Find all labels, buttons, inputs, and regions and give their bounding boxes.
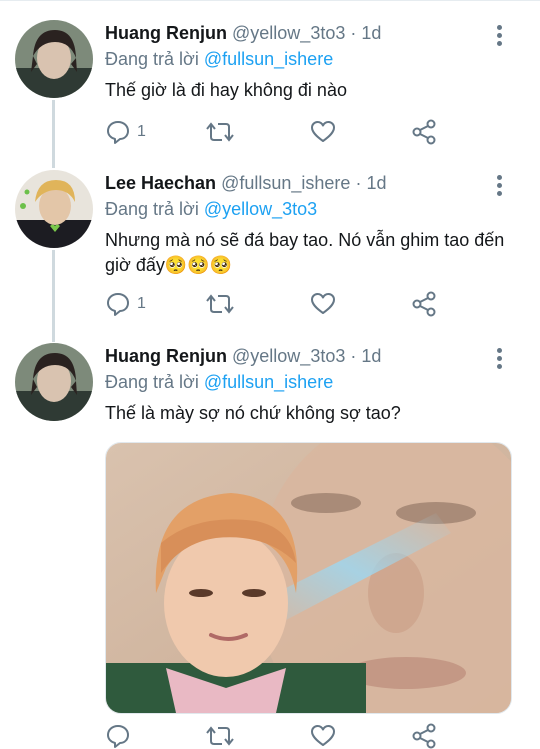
tweet-text: Nhưng mà nó sẽ đá bay tao. Nó vẫn ghim t… [105,230,505,275]
replying-prefix: Đang trả lời [105,49,199,69]
like-button[interactable] [310,723,336,749]
retweet-icon [206,122,234,142]
more-icon[interactable] [492,25,506,49]
replying-prefix: Đang trả lời [105,199,199,219]
like-icon [311,725,335,746]
reply-icon [107,121,129,144]
tweet-header: Huang Renjun @yellow_3to3 · 1d [105,22,381,44]
replying-to: Đang trả lời @fullsun_ishere [105,48,333,70]
action-bar [105,723,445,749]
share-icon [412,723,436,749]
more-icon[interactable] [492,348,506,372]
user-handle[interactable]: @yellow_3to3 [232,346,345,366]
action-bar: 1 [105,119,445,145]
reply-icon [107,293,129,316]
top-divider [0,0,540,7]
like-button[interactable] [310,119,336,145]
timestamp[interactable]: 1d [366,173,386,193]
action-bar: 1 [105,291,445,317]
tweet[interactable]: Lee Haechan @fullsun_ishere · 1d Đang tr… [0,170,540,322]
share-icon [412,291,436,317]
reply-button[interactable]: 1 [105,291,146,317]
tweet-header: Lee Haechan @fullsun_ishere · 1d [105,172,386,194]
reply-button[interactable] [105,723,131,749]
separator-dot: · [350,23,357,43]
timestamp[interactable]: 1d [361,23,381,43]
reply-button[interactable]: 1 [105,119,146,145]
user-handle[interactable]: @yellow_3to3 [232,23,345,43]
share-button[interactable] [411,291,437,317]
replying-prefix: Đang trả lời [105,372,199,392]
like-icon [311,121,335,142]
tweet-text: Thế là mày sợ nó chứ không sợ tao? [105,403,401,423]
retweet-icon [206,294,234,314]
retweet-button[interactable] [205,723,235,749]
avatar[interactable] [15,170,93,248]
reply-icon [107,725,129,748]
mention-link[interactable]: @yellow_3to3 [204,199,317,219]
tweet-photo[interactable] [105,442,512,714]
mention-link[interactable]: @fullsun_ishere [204,49,333,69]
retweet-button[interactable] [205,291,235,317]
display-name[interactable]: Lee Haechan [105,173,216,193]
replying-to: Đang trả lời @yellow_3to3 [105,198,317,220]
retweet-icon [206,726,234,746]
user-handle[interactable]: @fullsun_ishere [221,173,350,193]
share-button[interactable] [411,723,437,749]
display-name[interactable]: Huang Renjun [105,346,227,366]
more-icon[interactable] [492,175,506,199]
like-button[interactable] [310,291,336,317]
tweet[interactable]: Huang Renjun @yellow_3to3 · 1d Đang trả … [0,20,540,152]
avatar[interactable] [15,343,93,421]
share-button[interactable] [411,119,437,145]
reply-count: 1 [137,295,146,312]
tweet-header: Huang Renjun @yellow_3to3 · 1d [105,345,381,367]
share-icon [412,119,436,145]
display-name[interactable]: Huang Renjun [105,23,227,43]
reply-count: 1 [137,123,146,140]
like-icon [311,293,335,314]
retweet-button[interactable] [205,119,235,145]
timestamp[interactable]: 1d [361,346,381,366]
replying-to: Đang trả lời @fullsun_ishere [105,371,333,393]
separator-dot: · [350,346,357,366]
tweet-text: Thế giờ là đi hay không đi nào [105,80,347,100]
avatar[interactable] [15,20,93,98]
separator-dot: · [355,173,362,193]
mention-link[interactable]: @fullsun_ishere [204,372,333,392]
